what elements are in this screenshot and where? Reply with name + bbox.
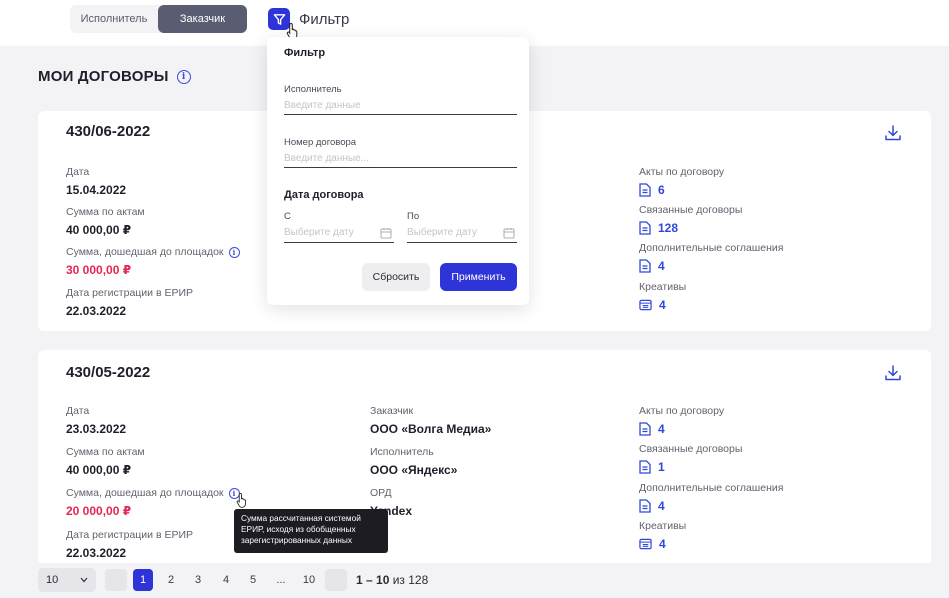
contract-number-field-label: Номер договора [284, 137, 357, 148]
contract-number-input[interactable] [284, 150, 517, 168]
page-4[interactable]: 4 [218, 569, 234, 591]
hand-cursor-icon [236, 492, 246, 508]
filter-button[interactable]: Фильтр [268, 8, 349, 30]
field-customer: Заказчик ООО «Волга Медиа» [370, 405, 492, 436]
prev-page-button[interactable] [105, 569, 127, 591]
image-icon [639, 538, 652, 550]
filter-label: Фильтр [299, 10, 350, 28]
field-platform-sum: Сумма, дошедшая до площадок i 30 000,00 ₽ [66, 246, 240, 278]
info-icon[interactable]: i [228, 247, 240, 258]
tab-executor[interactable]: Исполнитель [70, 5, 158, 33]
extra-link[interactable]: 4 [639, 259, 783, 273]
filter-popover-title: Фильтр [284, 47, 326, 59]
field-acts: Акты по договору 4 [639, 405, 725, 436]
date-to-input[interactable]: Выберите дату [407, 225, 517, 243]
field-acts-sum: Сумма по актам 40 000,00 ₽ [66, 446, 145, 477]
document-icon [639, 183, 651, 197]
field-creatives: Креативы 4 [639, 281, 687, 312]
calendar-icon[interactable] [380, 227, 392, 239]
document-icon [639, 499, 651, 513]
info-icon[interactable]: i [176, 69, 191, 84]
executor-input[interactable] [284, 97, 517, 115]
document-icon [639, 422, 651, 436]
date-to-label: По [407, 211, 420, 222]
image-icon [639, 299, 652, 311]
related-link[interactable]: 1 [639, 460, 742, 474]
field-acts-sum: Сумма по актам 40 000,00 ₽ [66, 206, 145, 237]
field-creatives: Креативы 4 [639, 520, 687, 551]
document-icon [639, 221, 651, 235]
field-extra: Дополнительные соглашения 4 [639, 242, 784, 273]
executor-field-label: Исполнитель [284, 84, 342, 95]
pagination: 10 1 2 3 4 5 ... 10 1 – 10 из 128 [0, 563, 949, 598]
field-platform-sum: Сумма, дошедшая до площадок i 20 000,00 ₽ [66, 487, 240, 519]
apply-button[interactable]: Применить [440, 263, 517, 291]
per-page-select[interactable]: 10 [38, 568, 96, 592]
contract-number: 430/06-2022 [66, 123, 151, 140]
acts-link[interactable]: 4 [639, 422, 724, 436]
contract-card: 430/05-2022 Дата 23.03.2022 Сумма по акт… [38, 350, 931, 565]
related-link[interactable]: 128 [639, 221, 742, 235]
calendar-icon[interactable] [503, 227, 515, 239]
document-icon [639, 460, 651, 474]
page-3[interactable]: 3 [190, 569, 206, 591]
next-page-button[interactable] [325, 569, 347, 591]
page-10[interactable]: 10 [299, 569, 319, 591]
date-from-input[interactable]: Выберите дату [284, 225, 394, 243]
reset-button[interactable]: Сбросить [362, 263, 430, 291]
page-5[interactable]: 5 [245, 569, 261, 591]
tab-customer[interactable]: Заказчик [158, 5, 247, 33]
info-tooltip: Сумма рассчитанная системой ЕРИР, исходя… [234, 509, 388, 553]
field-erir-date: Дата регистрации в ЕРИР 22.03.2022 [66, 287, 193, 318]
field-date: Дата 15.04.2022 [66, 166, 127, 197]
filter-popover: Фильтр Исполнитель Номер договора Дата д… [267, 37, 529, 305]
extra-link[interactable]: 4 [639, 499, 783, 513]
field-related: Связанные договоры 128 [639, 204, 743, 235]
contract-number: 430/05-2022 [66, 364, 151, 381]
creatives-link[interactable]: 4 [639, 298, 686, 312]
pagination-range: 1 – 10 из 128 [356, 573, 429, 587]
field-date: Дата 23.03.2022 [66, 405, 127, 436]
field-extra: Дополнительные соглашения 4 [639, 482, 784, 513]
page-ellipsis: ... [276, 574, 286, 586]
page-1[interactable]: 1 [133, 569, 153, 591]
field-acts: Акты по договору 6 [639, 166, 725, 197]
chevron-down-icon [80, 577, 88, 583]
role-switch: Исполнитель Заказчик [70, 5, 247, 33]
document-icon [639, 259, 651, 273]
acts-link[interactable]: 6 [639, 183, 724, 197]
field-related: Связанные договоры 1 [639, 443, 743, 474]
download-icon[interactable] [883, 123, 903, 143]
page-2[interactable]: 2 [163, 569, 179, 591]
download-icon[interactable] [883, 363, 903, 383]
field-executor: Исполнитель ООО «Яндекс» [370, 446, 458, 477]
field-erir-date: Дата регистрации в ЕРИР 22.03.2022 [66, 529, 193, 560]
date-section-title: Дата договора [284, 189, 364, 201]
page-title-text: МОИ ДОГОВОРЫ [38, 68, 169, 85]
page-title: МОИ ДОГОВОРЫ i [38, 68, 191, 85]
date-from-label: С [284, 211, 291, 222]
creatives-link[interactable]: 4 [639, 537, 686, 551]
